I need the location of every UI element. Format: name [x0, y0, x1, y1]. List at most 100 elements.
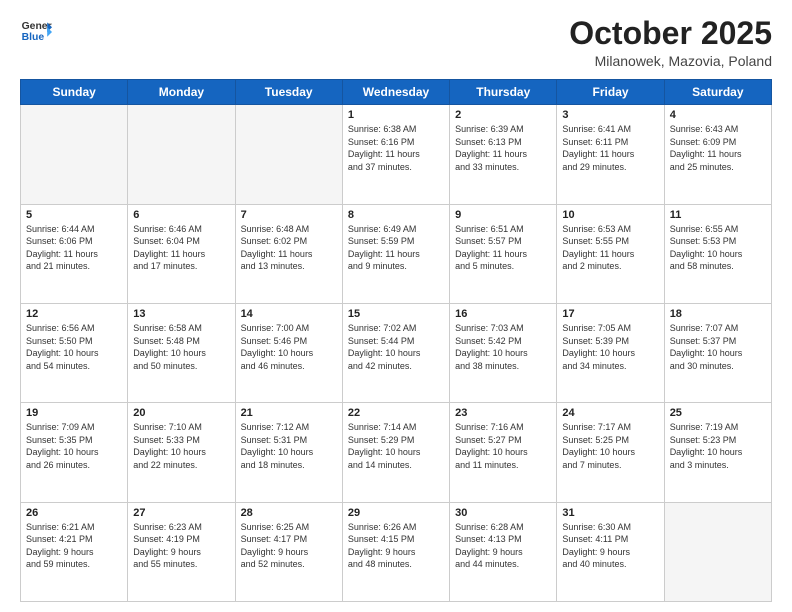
- day-number: 28: [241, 507, 337, 519]
- weekday-wednesday: Wednesday: [342, 80, 449, 105]
- day-cell-23: 23Sunrise: 7:16 AM Sunset: 5:27 PM Dayli…: [450, 403, 557, 502]
- day-number: 14: [241, 308, 337, 320]
- day-number: 2: [455, 109, 551, 121]
- day-info: Sunrise: 6:46 AM Sunset: 6:04 PM Dayligh…: [133, 223, 229, 273]
- day-info: Sunrise: 7:10 AM Sunset: 5:33 PM Dayligh…: [133, 421, 229, 471]
- day-cell-20: 20 Sunrise: 7:10 AM Sunset: 5:33 PM Dayli…: [128, 403, 235, 502]
- day-cell-14: 14 Sunrise: 7:00 AM Sunset: 5:46 PM Dayli…: [235, 303, 342, 402]
- day-cell-9: 9 Sunrise: 6:51 AM Sunset: 5:57 PM Daylig…: [450, 204, 557, 303]
- day-cell-19: 19Sunrise: 7:09 AM Sunset: 5:35 PM Dayli…: [21, 403, 128, 502]
- day-cell-27: 27 Sunrise: 6:23 AM Sunset: 4:19 PM Dayli…: [128, 502, 235, 601]
- week-row-3: 12 Sunrise: 6:56 AM Sunset: 5:50 PM Dayli…: [21, 303, 772, 402]
- empty-cell: [21, 105, 128, 204]
- day-number: 19: [26, 407, 122, 419]
- day-number: 18: [670, 308, 766, 320]
- day-number: 13: [133, 308, 229, 320]
- day-info: Sunrise: 6:58 AM Sunset: 5:48 PM Dayligh…: [133, 322, 229, 372]
- day-cell-5: 5 Sunrise: 6:44 AM Sunset: 6:06 PM Daylig…: [21, 204, 128, 303]
- day-number: 11: [670, 209, 766, 221]
- day-cell-10: 10 Sunrise: 6:53 AM Sunset: 5:55 PM Dayli…: [557, 204, 664, 303]
- day-number: 31: [562, 507, 658, 519]
- day-cell-26: 26 Sunrise: 6:21 AM Sunset: 4:21 PM Dayli…: [21, 502, 128, 601]
- day-info: Sunrise: 6:41 AM Sunset: 6:11 PM Dayligh…: [562, 123, 658, 173]
- day-info: Sunrise: 6:21 AM Sunset: 4:21 PM Dayligh…: [26, 521, 122, 571]
- day-cell-17: 17Sunrise: 7:05 AM Sunset: 5:39 PM Dayli…: [557, 303, 664, 402]
- day-cell-31: 31 Sunrise: 6:30 AM Sunset: 4:11 PM Dayli…: [557, 502, 664, 601]
- logo: General Blue: [20, 16, 52, 48]
- weekday-monday: Monday: [128, 80, 235, 105]
- day-number: 27: [133, 507, 229, 519]
- day-info: Sunrise: 7:16 AM Sunset: 5:27 PM Dayligh…: [455, 421, 551, 471]
- day-info: Sunrise: 7:17 AM Sunset: 5:25 PM Dayligh…: [562, 421, 658, 471]
- day-cell-12: 12 Sunrise: 6:56 AM Sunset: 5:50 PM Dayli…: [21, 303, 128, 402]
- day-number: 10: [562, 209, 658, 221]
- empty-cell: [128, 105, 235, 204]
- day-cell-6: 6 Sunrise: 6:46 AM Sunset: 6:04 PM Daylig…: [128, 204, 235, 303]
- day-cell-25: 25 Sunrise: 7:19 AM Sunset: 5:23 PM Dayli…: [664, 403, 771, 502]
- svg-text:Blue: Blue: [22, 32, 45, 43]
- empty-cell: [235, 105, 342, 204]
- day-info: Sunrise: 6:28 AM Sunset: 4:13 PM Dayligh…: [455, 521, 551, 571]
- week-row-2: 5 Sunrise: 6:44 AM Sunset: 6:06 PM Daylig…: [21, 204, 772, 303]
- day-info: Sunrise: 6:51 AM Sunset: 5:57 PM Dayligh…: [455, 223, 551, 273]
- day-number: 12: [26, 308, 122, 320]
- day-info: Sunrise: 6:26 AM Sunset: 4:15 PM Dayligh…: [348, 521, 444, 571]
- weekday-sunday: Sunday: [21, 80, 128, 105]
- day-info: Sunrise: 6:55 AM Sunset: 5:53 PM Dayligh…: [670, 223, 766, 273]
- day-number: 17: [562, 308, 658, 320]
- day-info: Sunrise: 6:49 AM Sunset: 5:59 PM Dayligh…: [348, 223, 444, 273]
- calendar-table: SundayMondayTuesdayWednesdayThursdayFrid…: [20, 79, 772, 602]
- calendar-subtitle: Milanowek, Mazovia, Poland: [569, 53, 772, 69]
- day-number: 7: [241, 209, 337, 221]
- weekday-tuesday: Tuesday: [235, 80, 342, 105]
- day-info: Sunrise: 6:23 AM Sunset: 4:19 PM Dayligh…: [133, 521, 229, 571]
- day-number: 1: [348, 109, 444, 121]
- day-number: 8: [348, 209, 444, 221]
- day-info: Sunrise: 6:43 AM Sunset: 6:09 PM Dayligh…: [670, 123, 766, 173]
- day-info: Sunrise: 6:48 AM Sunset: 6:02 PM Dayligh…: [241, 223, 337, 273]
- day-number: 21: [241, 407, 337, 419]
- day-info: Sunrise: 6:25 AM Sunset: 4:17 PM Dayligh…: [241, 521, 337, 571]
- day-info: Sunrise: 7:14 AM Sunset: 5:29 PM Dayligh…: [348, 421, 444, 471]
- day-cell-30: 30 Sunrise: 6:28 AM Sunset: 4:13 PM Dayli…: [450, 502, 557, 601]
- day-cell-8: 8 Sunrise: 6:49 AM Sunset: 5:59 PM Daylig…: [342, 204, 449, 303]
- empty-cell: [664, 502, 771, 601]
- day-cell-29: 29 Sunrise: 6:26 AM Sunset: 4:15 PM Dayli…: [342, 502, 449, 601]
- day-cell-11: 11 Sunrise: 6:55 AM Sunset: 5:53 PM Dayli…: [664, 204, 771, 303]
- weekday-header-row: SundayMondayTuesdayWednesdayThursdayFrid…: [21, 80, 772, 105]
- day-number: 24: [562, 407, 658, 419]
- day-number: 29: [348, 507, 444, 519]
- day-info: Sunrise: 7:12 AM Sunset: 5:31 PM Dayligh…: [241, 421, 337, 471]
- day-info: Sunrise: 7:00 AM Sunset: 5:46 PM Dayligh…: [241, 322, 337, 372]
- day-number: 26: [26, 507, 122, 519]
- day-info: Sunrise: 6:56 AM Sunset: 5:50 PM Dayligh…: [26, 322, 122, 372]
- calendar-title: October 2025: [569, 16, 772, 51]
- day-cell-15: 15 Sunrise: 7:02 AM Sunset: 5:44 PM Dayli…: [342, 303, 449, 402]
- day-number: 9: [455, 209, 551, 221]
- weekday-saturday: Saturday: [664, 80, 771, 105]
- day-info: Sunrise: 7:03 AM Sunset: 5:42 PM Dayligh…: [455, 322, 551, 372]
- weekday-friday: Friday: [557, 80, 664, 105]
- day-number: 20: [133, 407, 229, 419]
- day-number: 16: [455, 308, 551, 320]
- day-number: 30: [455, 507, 551, 519]
- day-cell-21: 21 Sunrise: 7:12 AM Sunset: 5:31 PM Dayli…: [235, 403, 342, 502]
- day-number: 6: [133, 209, 229, 221]
- day-cell-24: 24 Sunrise: 7:17 AM Sunset: 5:25 PM Dayli…: [557, 403, 664, 502]
- day-info: Sunrise: 6:39 AM Sunset: 6:13 PM Dayligh…: [455, 123, 551, 173]
- day-info: Sunrise: 6:44 AM Sunset: 6:06 PM Dayligh…: [26, 223, 122, 273]
- day-info: Sunrise: 6:30 AM Sunset: 4:11 PM Dayligh…: [562, 521, 658, 571]
- day-number: 5: [26, 209, 122, 221]
- day-info: Sunrise: 7:19 AM Sunset: 5:23 PM Dayligh…: [670, 421, 766, 471]
- day-info: Sunrise: 7:02 AM Sunset: 5:44 PM Dayligh…: [348, 322, 444, 372]
- day-info: Sunrise: 6:38 AM Sunset: 6:16 PM Dayligh…: [348, 123, 444, 173]
- logo-icon: General Blue: [20, 16, 52, 48]
- day-number: 3: [562, 109, 658, 121]
- day-info: Sunrise: 7:07 AM Sunset: 5:37 PM Dayligh…: [670, 322, 766, 372]
- week-row-4: 19Sunrise: 7:09 AM Sunset: 5:35 PM Dayli…: [21, 403, 772, 502]
- day-info: Sunrise: 6:53 AM Sunset: 5:55 PM Dayligh…: [562, 223, 658, 273]
- day-number: 25: [670, 407, 766, 419]
- week-row-1: 1 Sunrise: 6:38 AM Sunset: 6:16 PM Daylig…: [21, 105, 772, 204]
- day-cell-4: 4Sunrise: 6:43 AM Sunset: 6:09 PM Daylig…: [664, 105, 771, 204]
- day-number: 15: [348, 308, 444, 320]
